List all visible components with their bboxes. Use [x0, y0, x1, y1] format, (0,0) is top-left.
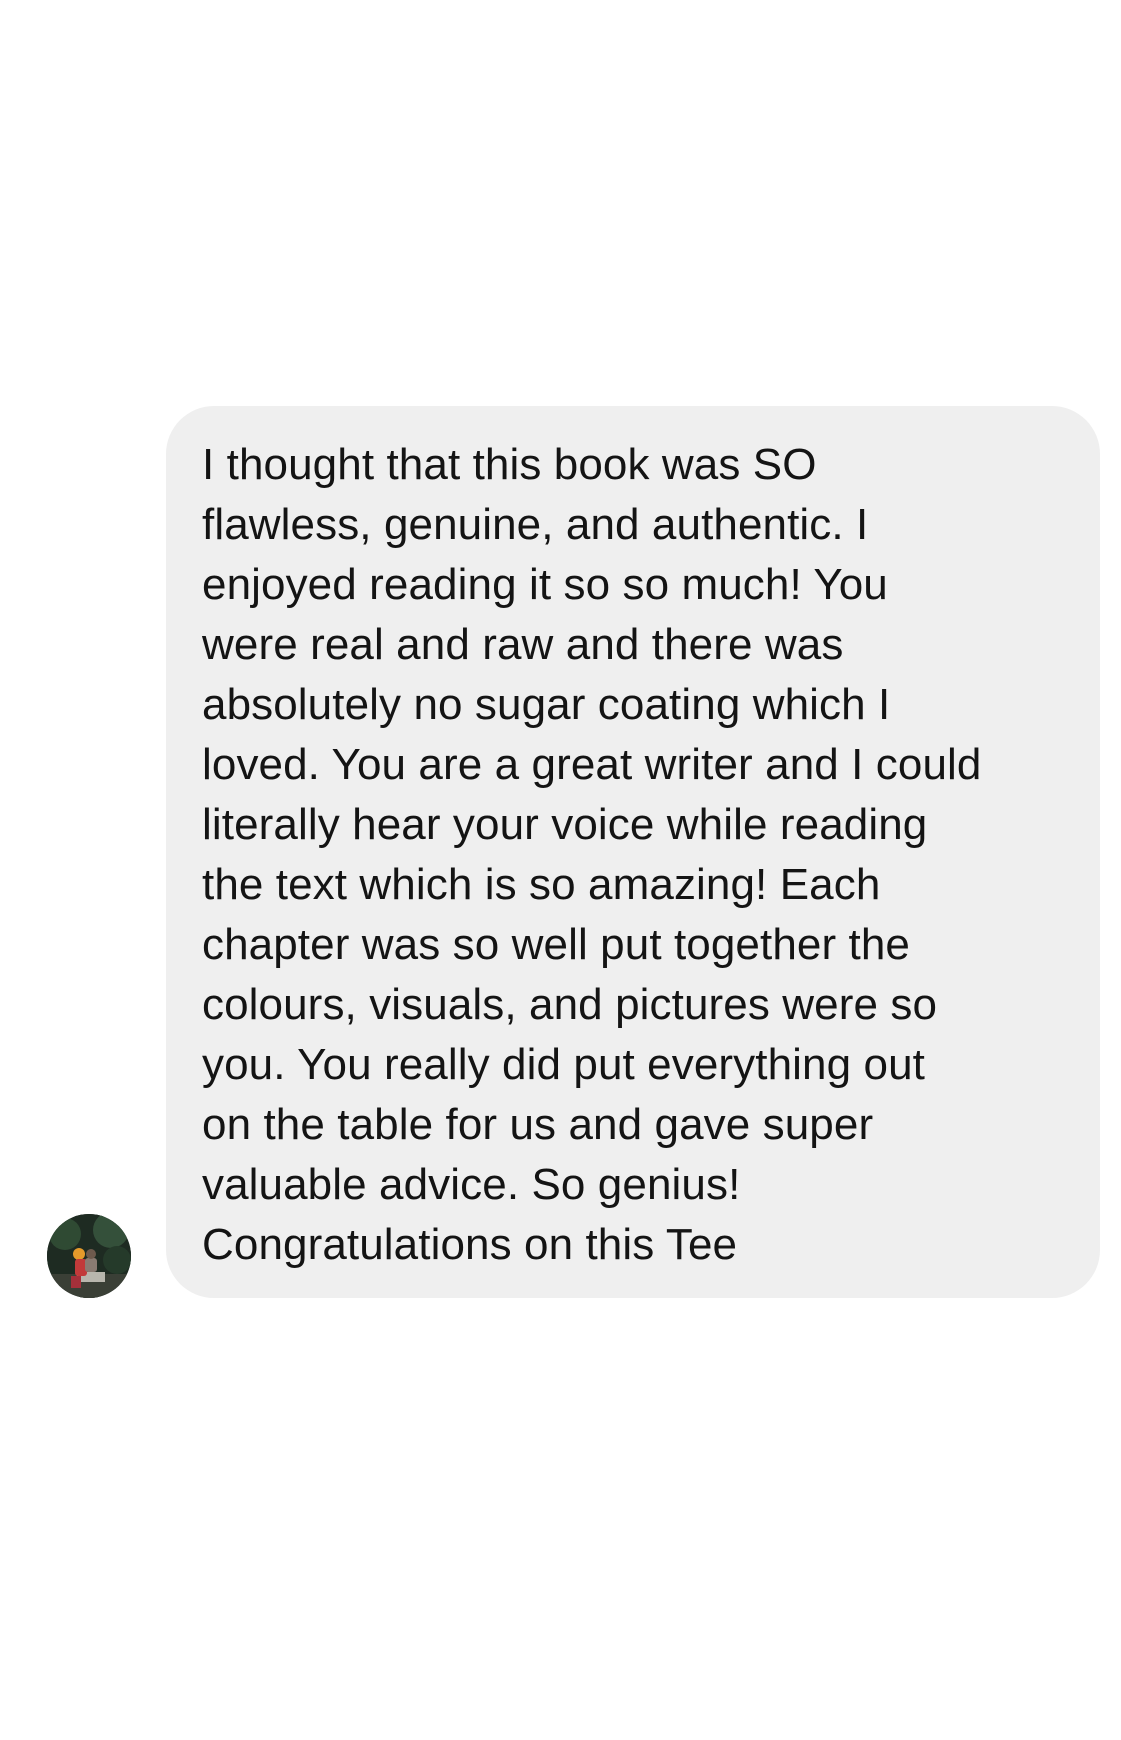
message-text-line: enjoyed reading it so so much! You: [202, 560, 888, 609]
message-text-line: colours, visuals, and pictures were so: [202, 980, 938, 1029]
message-text-line: absolutely no sugar coating which I: [202, 680, 891, 729]
message-text-line: flawless, genuine, and authentic. I: [202, 500, 869, 549]
message-text-line: valuable advice. So genius!: [202, 1160, 741, 1209]
sender-avatar[interactable]: [47, 1214, 131, 1298]
message-text-line: Congratulations on this Tee: [202, 1220, 738, 1269]
incoming-message-row: I thought that this book was SO flawless…: [0, 406, 1121, 1298]
message-text-line: on the table for us and gave super: [202, 1100, 874, 1149]
avatar-photo-icon: [47, 1214, 131, 1298]
message-bubble[interactable]: I thought that this book was SO flawless…: [166, 406, 1100, 1298]
message-text-line: were real and raw and there was: [202, 620, 844, 669]
message-text-line: literally hear your voice while reading: [202, 800, 928, 849]
message-text-line: you. You really did put everything out: [202, 1040, 925, 1089]
message-text-line: I thought that this book was SO: [202, 440, 817, 489]
message-text-line: the text which is so amazing! Each: [202, 860, 881, 909]
message-text-line: loved. You are a great writer and I coul…: [202, 740, 982, 789]
message-thread: I thought that this book was SO flawless…: [0, 0, 1121, 1740]
message-text-line: chapter was so well put together the: [202, 920, 911, 969]
